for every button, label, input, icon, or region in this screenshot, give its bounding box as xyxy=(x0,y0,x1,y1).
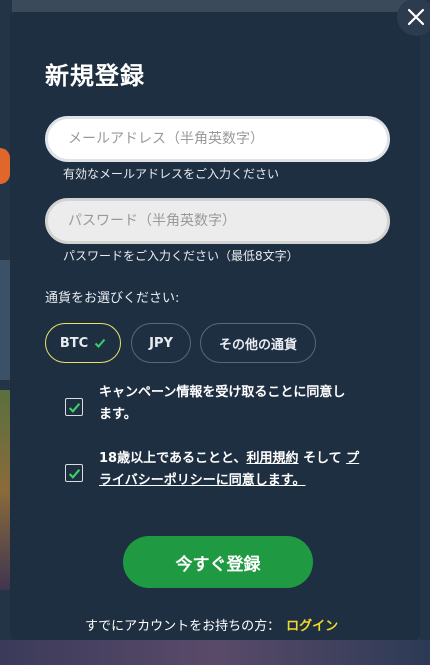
campaign-consent-line: ます。 xyxy=(99,407,137,422)
check-icon xyxy=(68,468,80,479)
currency-option-btc[interactable]: BTC xyxy=(45,323,121,363)
login-link[interactable]: ログイン xyxy=(286,619,338,634)
terms-consent-checkbox[interactable] xyxy=(65,464,83,482)
login-prompt: すでにアカウントをお持ちの方： xyxy=(85,619,281,634)
close-icon xyxy=(407,8,425,26)
terms-consent-text: 18歳以上であることと、利用規約 そして プ ライバシーポリシーに同意します。 xyxy=(99,448,384,492)
background-page-right xyxy=(420,0,430,665)
currency-option-label: その他の通貨 xyxy=(218,337,297,353)
email-field[interactable] xyxy=(45,116,390,162)
close-button[interactable] xyxy=(397,0,430,36)
password-hint: パスワードをご入力ください（最低8文字） xyxy=(63,249,299,263)
currency-option-label: JPY xyxy=(149,335,173,351)
terms-middle: そして xyxy=(298,451,347,466)
background-page-bottom xyxy=(0,640,430,665)
campaign-consent-line: キャンペーン情報を受け取ることに同意し xyxy=(99,385,346,400)
terms-prefix: 18歳以上であることと、 xyxy=(99,451,247,466)
terms-consent-line: ライバシーポリシーに同意します。 xyxy=(99,470,384,492)
login-row: すでにアカウントをお持ちの方： ログイン xyxy=(85,615,338,634)
terms-consent-line: 18歳以上であることと、利用規約 そして プ xyxy=(99,448,384,470)
background-badge xyxy=(0,148,10,184)
modal-title: 新規登録 xyxy=(45,62,145,90)
email-input[interactable] xyxy=(68,131,367,147)
password-field[interactable] xyxy=(45,198,390,244)
register-now-button[interactable]: 今すぐ登録 xyxy=(123,536,313,588)
privacy-link[interactable]: プ xyxy=(346,451,359,466)
terms-consent-row: 18歳以上であることと、利用規約 そして プ ライバシーポリシーに同意します。 xyxy=(65,448,384,492)
campaign-consent-checkbox[interactable] xyxy=(65,398,83,416)
campaign-consent-row: キャンペーン情報を受け取ることに同意し ます。 xyxy=(65,382,374,426)
currency-label: 通貨をお選びください: xyxy=(45,291,180,306)
password-input[interactable] xyxy=(68,213,367,229)
check-icon xyxy=(94,338,106,348)
privacy-link[interactable]: ライバシーポリシーに同意します。 xyxy=(99,473,305,488)
email-hint: 有効なメールアドレスをご入力ください xyxy=(63,167,280,181)
currency-option-label: BTC xyxy=(59,335,89,351)
currency-option-jpy[interactable]: JPY xyxy=(131,323,191,363)
signup-modal: 新規登録 有効なメールアドレスをご入力ください パスワードをご入力ください（最低… xyxy=(10,12,420,640)
check-icon xyxy=(68,402,80,413)
terms-link[interactable]: 利用規約 xyxy=(246,451,298,466)
campaign-consent-text: キャンペーン情報を受け取ることに同意し ます。 xyxy=(99,382,374,426)
currency-option-other[interactable]: その他の通貨 xyxy=(200,323,316,363)
